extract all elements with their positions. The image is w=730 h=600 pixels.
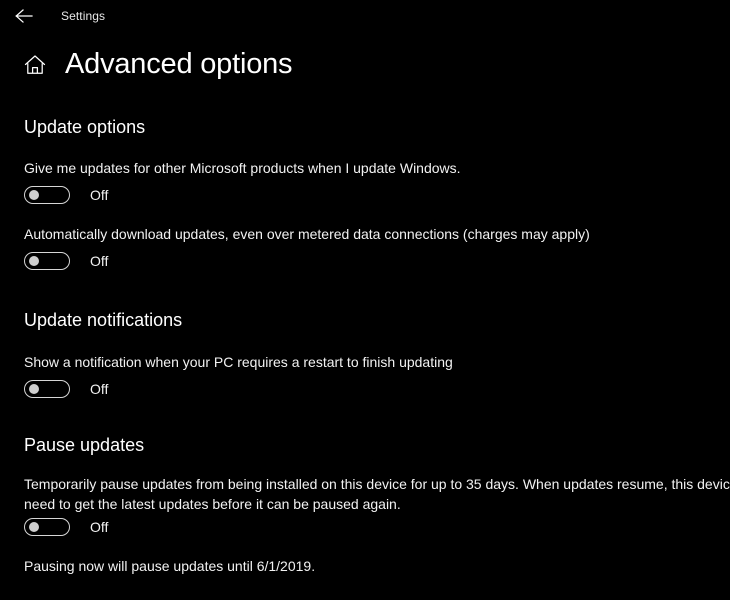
- setting-description: Temporarily pause updates from being ins…: [24, 476, 730, 512]
- toggle-knob: [29, 384, 39, 394]
- settings-window: Settings Advanced options Update options…: [0, 0, 730, 600]
- section-heading-pause-updates: Pause updates: [24, 435, 145, 455]
- arrow-left-icon: [14, 8, 34, 24]
- setting-description: Show a notification when your PC require…: [24, 354, 453, 370]
- app-title: Settings: [61, 9, 106, 23]
- toggle-state-label: Off: [90, 381, 109, 397]
- toggle-state-label: Off: [90, 253, 109, 269]
- back-button[interactable]: [2, 1, 46, 31]
- section-heading-update-notifications: Update notifications: [24, 310, 183, 330]
- toggle-pause-updates[interactable]: [24, 518, 70, 536]
- page-header: Advanced options: [22, 48, 293, 80]
- toggle-state-label: Off: [90, 519, 109, 535]
- toggle-state-label: Off: [90, 187, 109, 203]
- toggle-metered-data[interactable]: [24, 252, 70, 270]
- titlebar: Settings: [0, 0, 730, 32]
- toggle-row-metered-data: Off: [24, 252, 108, 270]
- toggle-row-pause-updates: Off: [24, 518, 108, 536]
- section-heading-update-options: Update options: [24, 117, 146, 137]
- toggle-row-restart-notification: Off: [24, 380, 108, 398]
- toggle-knob: [29, 522, 39, 532]
- page-title: Advanced options: [65, 48, 293, 80]
- toggle-microsoft-products[interactable]: [24, 186, 70, 204]
- toggle-restart-notification[interactable]: [24, 380, 70, 398]
- toggle-knob: [29, 190, 39, 200]
- toggle-knob: [29, 256, 39, 266]
- toggle-row-microsoft-products: Off: [24, 186, 108, 204]
- setting-description: Give me updates for other Microsoft prod…: [24, 160, 461, 176]
- pause-updates-footnote: Pausing now will pause updates until 6/1…: [24, 558, 316, 574]
- setting-description: Automatically download updates, even ove…: [24, 226, 590, 242]
- home-icon[interactable]: [22, 52, 48, 78]
